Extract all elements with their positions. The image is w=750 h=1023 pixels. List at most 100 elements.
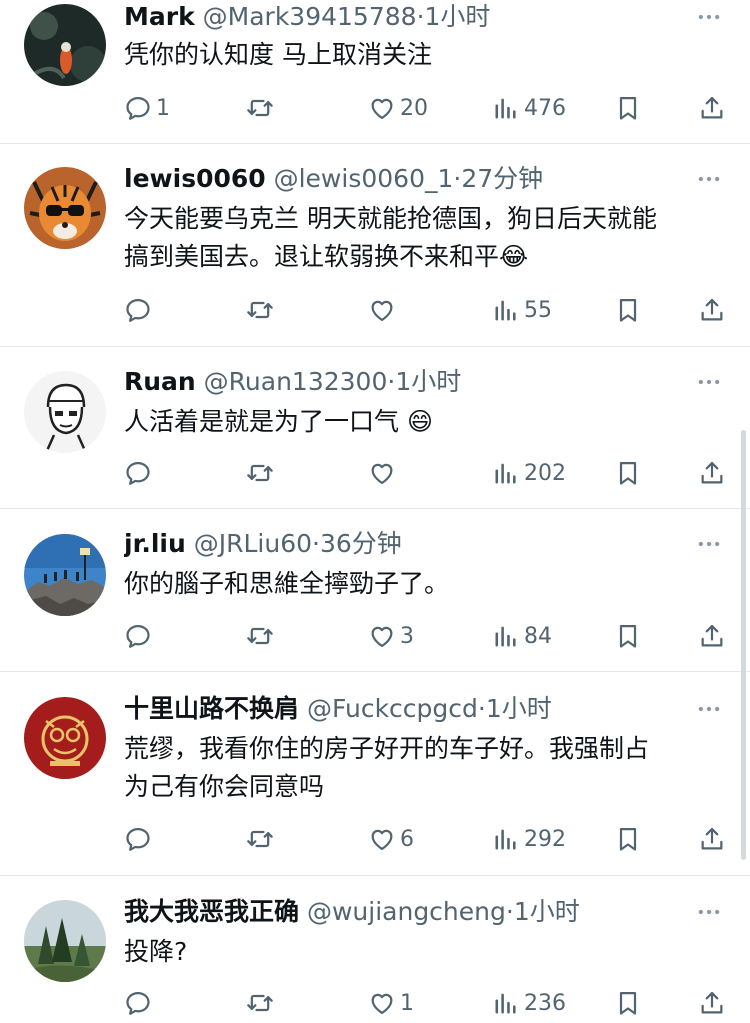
retweet-button[interactable]: [246, 453, 274, 493]
bookmark-button[interactable]: [614, 983, 642, 1023]
more-icon[interactable]: [692, 895, 726, 929]
retweet-icon: [246, 459, 274, 487]
author-handle[interactable]: @wujiangcheng: [307, 897, 506, 926]
like-count: 3: [400, 623, 414, 649]
more-icon[interactable]: [692, 162, 726, 196]
author-name[interactable]: 十里山路不换肩: [124, 694, 299, 723]
views-button[interactable]: 292: [492, 819, 566, 859]
avatar[interactable]: [24, 697, 106, 779]
share-button[interactable]: [698, 290, 726, 330]
author-name[interactable]: lewis0060: [124, 164, 266, 193]
tweet[interactable]: lewis0060 @lewis0060_1·27分钟 今天能要乌克兰 明天就能…: [0, 144, 750, 347]
share-button[interactable]: [698, 453, 726, 493]
share-icon: [698, 989, 726, 1017]
bookmark-icon: [614, 459, 642, 487]
views-icon: [492, 94, 520, 122]
bookmark-button[interactable]: [614, 290, 642, 330]
share-button[interactable]: [698, 819, 726, 859]
reply-button[interactable]: [124, 819, 152, 859]
reply-button[interactable]: [124, 453, 152, 493]
separator: ·: [312, 529, 320, 558]
reply-button[interactable]: 1: [124, 88, 170, 128]
share-icon: [698, 94, 726, 122]
timestamp[interactable]: 27分钟: [461, 164, 543, 193]
reply-button[interactable]: [124, 616, 152, 656]
views-button[interactable]: 84: [492, 616, 552, 656]
author-name[interactable]: Mark: [124, 2, 195, 31]
tweet[interactable]: 我大我恶我正确 @wujiangcheng·1小时 投降? 1 236: [0, 876, 750, 1018]
timestamp[interactable]: 36分钟: [320, 529, 402, 558]
author-handle[interactable]: @Ruan132300: [204, 367, 388, 396]
tweet[interactable]: jr.liu @JRLiu60·36分钟 你的腦子和思維全擰勁子了。 3 84: [0, 509, 750, 672]
views-button[interactable]: 236: [492, 983, 566, 1023]
author-name[interactable]: jr.liu: [124, 529, 186, 558]
retweet-button[interactable]: [246, 616, 274, 656]
share-button[interactable]: [698, 88, 726, 128]
reply-button[interactable]: [124, 983, 152, 1023]
view-count: 236: [524, 990, 566, 1016]
heart-icon: [368, 94, 396, 122]
author-name[interactable]: 我大我恶我正确: [124, 897, 299, 926]
bookmark-icon: [614, 825, 642, 853]
like-button[interactable]: 6: [368, 819, 414, 859]
bookmark-button[interactable]: [614, 88, 642, 128]
avatar[interactable]: [24, 167, 106, 249]
separator: ·: [505, 897, 514, 926]
avatar[interactable]: [24, 900, 106, 982]
retweet-button[interactable]: [246, 983, 274, 1023]
bookmark-button[interactable]: [614, 453, 642, 493]
author-handle[interactable]: @lewis0060_1: [274, 164, 454, 193]
author-name[interactable]: Ruan: [124, 367, 196, 396]
timestamp[interactable]: 1小时: [486, 694, 552, 723]
more-icon[interactable]: [692, 365, 726, 399]
timestamp[interactable]: 1小时: [395, 367, 461, 396]
tweet[interactable]: Ruan @Ruan132300·1小时 人活着是就是为了一口气 😄 202: [0, 347, 750, 509]
more-icon[interactable]: [692, 692, 726, 726]
like-button[interactable]: 1: [368, 983, 414, 1023]
avatar[interactable]: [24, 4, 106, 86]
more-icon[interactable]: [692, 0, 726, 34]
reply-count: 1: [156, 95, 170, 121]
like-button[interactable]: [368, 290, 396, 330]
retweet-button[interactable]: [246, 819, 274, 859]
author-handle[interactable]: @JRLiu60: [194, 529, 312, 558]
author-handle[interactable]: @Fuckccpgcd: [307, 694, 478, 723]
share-button[interactable]: [698, 616, 726, 656]
bookmark-button[interactable]: [614, 616, 642, 656]
retweet-icon: [246, 94, 274, 122]
tweet-text: 荒缪，我看你住的房子好开的车子好。我强制占 为己有你会同意吗: [124, 730, 720, 806]
views-icon: [492, 622, 520, 650]
timestamp[interactable]: 1小时: [514, 897, 580, 926]
separator: ·: [416, 2, 425, 31]
like-button[interactable]: 3: [368, 616, 414, 656]
tweet[interactable]: Mark @Mark39415788·1小时 凭你的认知度 马上取消关注 1 2…: [0, 0, 750, 144]
views-button[interactable]: 55: [492, 290, 552, 330]
retweet-button[interactable]: [246, 290, 274, 330]
view-count: 84: [524, 623, 552, 649]
scrollbar[interactable]: [741, 430, 746, 860]
reply-button[interactable]: [124, 290, 152, 330]
bookmark-button[interactable]: [614, 819, 642, 859]
bookmark-icon: [614, 94, 642, 122]
retweet-button[interactable]: [246, 88, 274, 128]
like-button[interactable]: [368, 453, 396, 493]
timestamp[interactable]: 1小时: [425, 2, 491, 31]
views-button[interactable]: 476: [492, 88, 566, 128]
reply-icon: [124, 825, 152, 853]
heart-icon: [368, 296, 396, 324]
author-handle[interactable]: @Mark39415788: [203, 2, 417, 31]
reply-icon: [124, 94, 152, 122]
tweet-text-line: 为己有你会同意吗: [124, 772, 325, 801]
tweet-text-line: 你的腦子和思維全擰勁子了。: [124, 569, 450, 598]
like-button[interactable]: 20: [368, 88, 428, 128]
reply-icon: [124, 459, 152, 487]
avatar[interactable]: [24, 371, 106, 453]
more-icon[interactable]: [692, 527, 726, 561]
views-icon: [492, 296, 520, 324]
tweet-text: 你的腦子和思維全擰勁子了。: [124, 565, 720, 603]
views-button[interactable]: 202: [492, 453, 566, 493]
tweet[interactable]: 十里山路不换肩 @Fuckccpgcd·1小时 荒缪，我看你住的房子好开的车子好…: [0, 672, 750, 876]
avatar[interactable]: [24, 534, 106, 616]
share-button[interactable]: [698, 983, 726, 1023]
share-icon: [698, 825, 726, 853]
